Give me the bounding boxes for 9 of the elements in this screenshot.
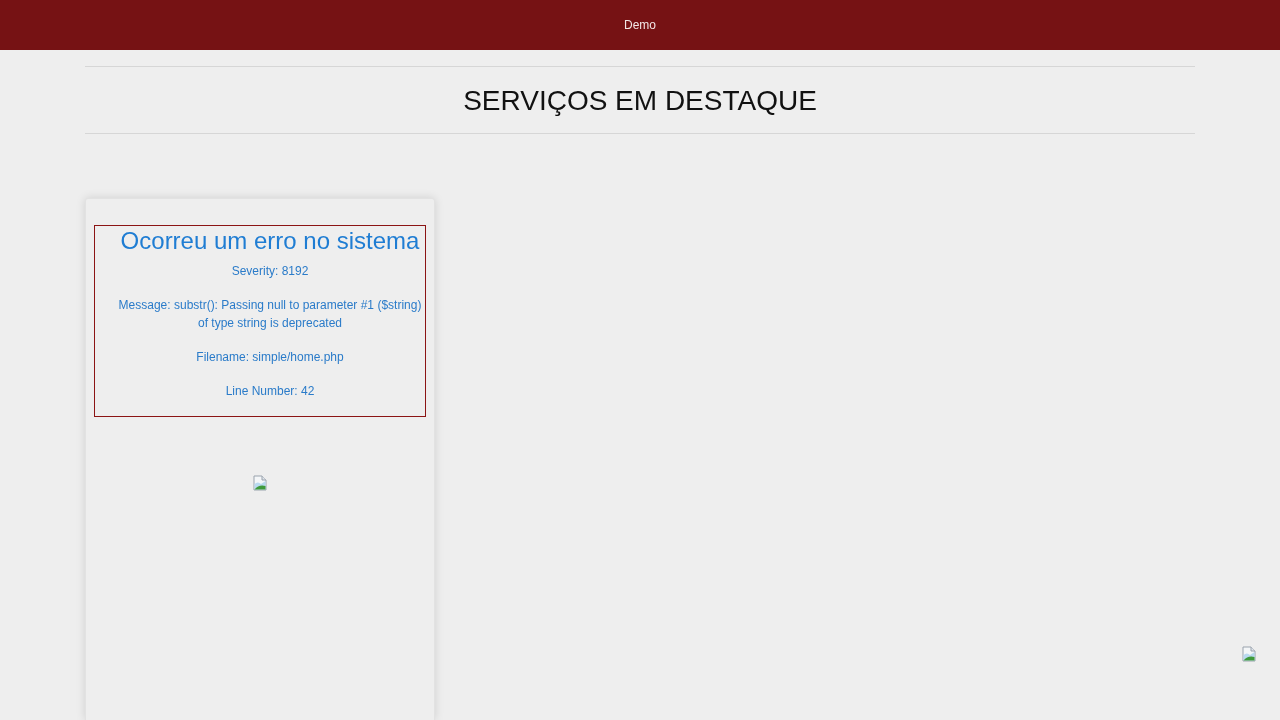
error-title: Ocorreu um erro no sistema [119,227,421,254]
broken-image-icon[interactable] [1241,646,1257,662]
error-detail: Filename: simple/home.php [195,349,345,366]
site-title: Demo [624,18,656,32]
error-detail: Message: substr(): Passing null to parameter #1 ($string) of type string is deprecated [117,297,423,332]
error-detail: Severity: 8192 [230,263,310,280]
section-heading: SERVIÇOS EM DESTAQUE [463,84,817,117]
broken-image-icon [252,475,268,491]
error-detail: Line Number: 42 [224,383,316,400]
